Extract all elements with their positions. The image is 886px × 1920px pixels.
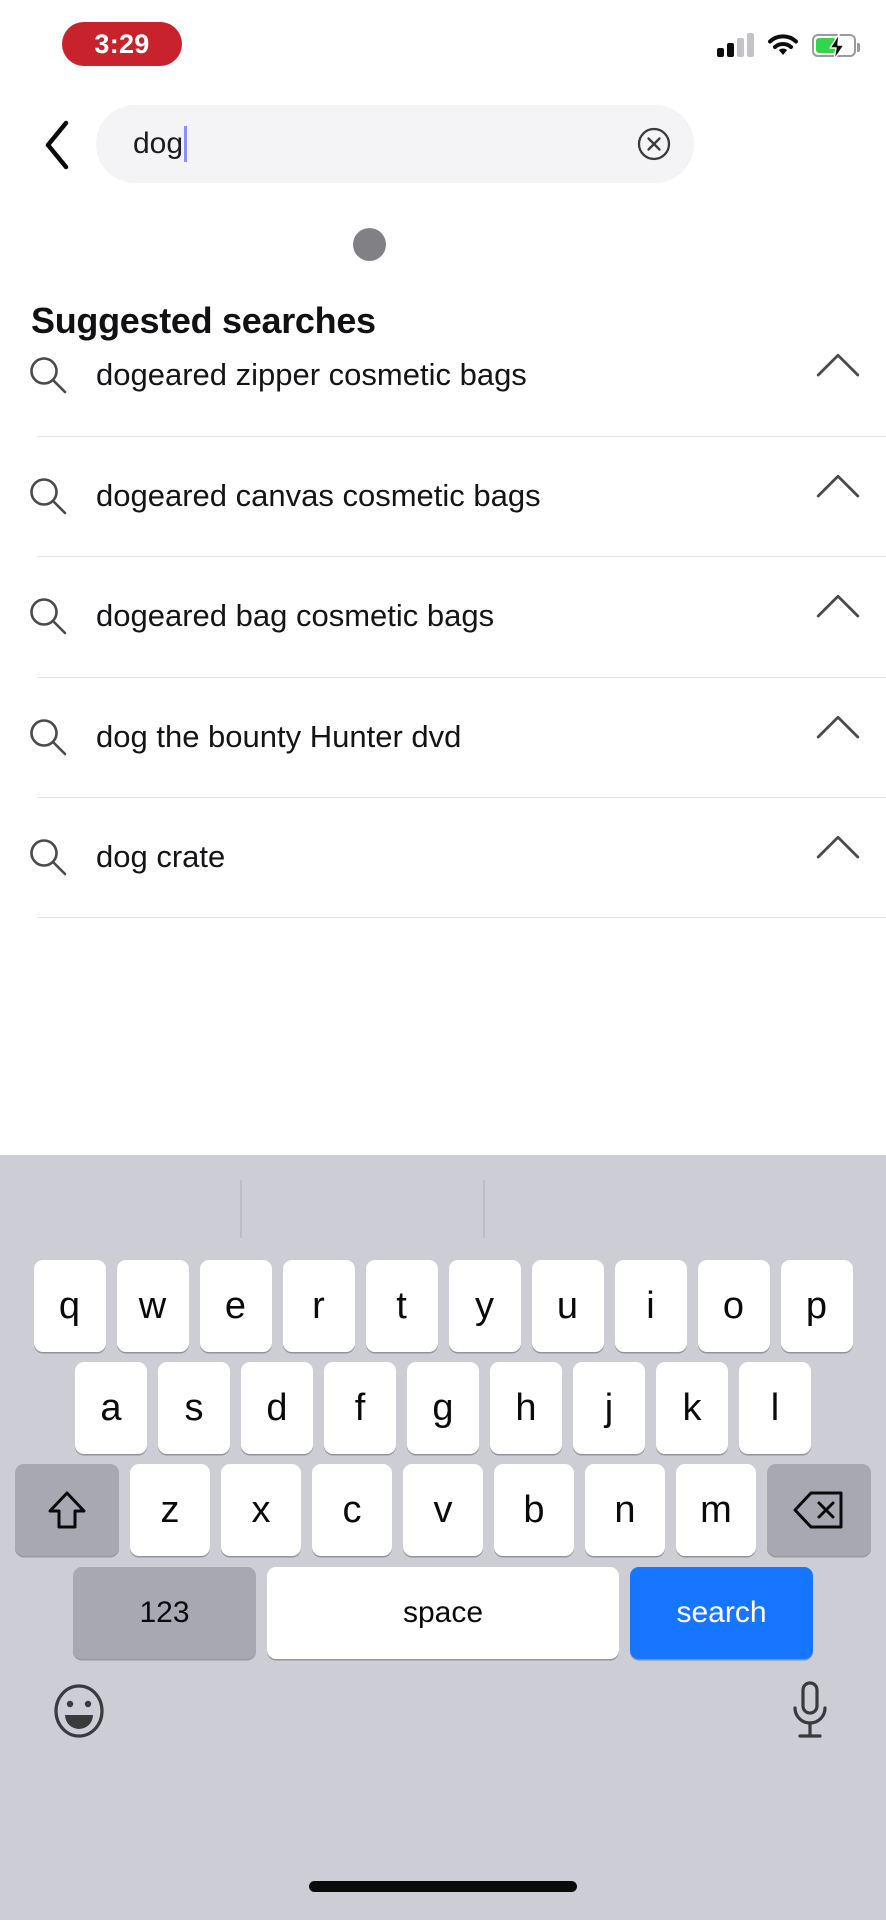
shift-arrow-icon	[48, 1491, 86, 1529]
back-button[interactable]	[28, 114, 88, 176]
key-o[interactable]: o	[697, 1260, 770, 1352]
numbers-key[interactable]: 123	[73, 1567, 256, 1659]
list-item[interactable]: dog crate	[0, 797, 886, 918]
home-indicator	[309, 1881, 577, 1892]
key-d[interactable]: d	[241, 1362, 313, 1454]
space-key[interactable]: space	[267, 1567, 619, 1659]
chevron-left-icon	[45, 120, 69, 170]
list-item-label: dogeared canvas cosmetic bags	[96, 477, 541, 513]
list-item[interactable]: dogeared canvas cosmetic bags	[0, 435, 886, 557]
key-u[interactable]: u	[531, 1260, 604, 1352]
dictation-key[interactable]	[786, 1679, 834, 1748]
backspace-key[interactable]	[767, 1464, 871, 1556]
phone-screen: 3:29 dog Suggested searches dogeared zip…	[0, 0, 886, 1920]
suggestion-divider	[240, 1180, 242, 1238]
keyboard-row-3: z x c v b n m	[0, 1464, 886, 1556]
key-k[interactable]: k	[656, 1362, 728, 1454]
key-g[interactable]: g	[407, 1362, 479, 1454]
suggestion-divider	[483, 1180, 485, 1238]
key-a[interactable]: a	[75, 1362, 147, 1454]
status-bar: 3:29	[0, 0, 886, 95]
list-item-label: dogeared zipper cosmetic bags	[96, 357, 527, 393]
key-i[interactable]: i	[614, 1260, 687, 1352]
keyboard-row-2: a s d f g h j k l	[0, 1362, 886, 1454]
backspace-delete-icon	[793, 1491, 843, 1529]
arrow-up-left-icon[interactable]	[790, 715, 886, 759]
key-p[interactable]: p	[780, 1260, 853, 1352]
battery-icon	[812, 32, 860, 61]
status-time: 3:29	[94, 28, 150, 59]
arrow-up-left-icon[interactable]	[790, 474, 886, 518]
cellular-signal-icon	[717, 33, 754, 57]
text-caret	[184, 126, 188, 162]
keyboard-bottom-bar	[0, 1671, 886, 1791]
key-x[interactable]: x	[221, 1464, 301, 1556]
key-l[interactable]: l	[739, 1362, 811, 1454]
magnifier-icon	[0, 354, 96, 396]
key-z[interactable]: z	[130, 1464, 210, 1556]
key-r[interactable]: r	[282, 1260, 355, 1352]
list-item[interactable]: dog the bounty Hunter dvd	[0, 676, 886, 798]
key-f[interactable]: f	[324, 1362, 396, 1454]
keyboard-row-4: 123 space search	[0, 1567, 886, 1659]
status-time-pill: 3:29	[62, 22, 182, 66]
keyboard-row-1: q w e r t y u i o p	[0, 1260, 886, 1352]
shift-key[interactable]	[15, 1464, 119, 1556]
suggested-searches-list: dogeared zipper cosmetic bags dogeared c…	[0, 315, 886, 918]
list-item-label: dog crate	[96, 839, 226, 875]
clear-circle-icon	[637, 127, 671, 161]
on-screen-keyboard: q w e r t y u i o p a s d f g h j k l z …	[0, 1155, 886, 1920]
list-item-label: dog the bounty Hunter dvd	[96, 718, 462, 754]
clear-search-button[interactable]	[636, 126, 672, 162]
key-j[interactable]: j	[573, 1362, 645, 1454]
list-item[interactable]: dogeared zipper cosmetic bags	[0, 315, 886, 436]
key-c[interactable]: c	[312, 1464, 392, 1556]
search-header: dog	[0, 100, 886, 261]
key-s[interactable]: s	[158, 1362, 230, 1454]
emoji-key[interactable]	[52, 1683, 106, 1744]
search-input-value-wrap: dog	[133, 126, 188, 162]
key-h[interactable]: h	[490, 1362, 562, 1454]
key-w[interactable]: w	[116, 1260, 189, 1352]
list-item-label: dogeared bag cosmetic bags	[96, 598, 495, 634]
magnifier-icon	[0, 836, 96, 878]
search-input[interactable]: dog	[96, 105, 694, 183]
arrow-up-left-icon[interactable]	[790, 353, 886, 397]
key-m[interactable]: m	[676, 1464, 756, 1556]
key-n[interactable]: n	[585, 1464, 665, 1556]
key-e[interactable]: e	[199, 1260, 272, 1352]
list-item[interactable]: dogeared bag cosmetic bags	[0, 556, 886, 677]
magnifier-icon	[0, 716, 96, 758]
wifi-icon	[767, 33, 799, 57]
arrow-up-left-icon[interactable]	[790, 835, 886, 879]
emoji-smiley-icon	[54, 1684, 104, 1738]
status-indicators	[717, 28, 860, 62]
key-t[interactable]: t	[365, 1260, 438, 1352]
search-key[interactable]: search	[630, 1567, 813, 1659]
arrow-up-left-icon[interactable]	[790, 594, 886, 638]
charging-bolt-icon	[829, 32, 845, 61]
key-q[interactable]: q	[33, 1260, 106, 1352]
magnifier-icon	[0, 595, 96, 637]
key-y[interactable]: y	[448, 1260, 521, 1352]
magnifier-icon	[0, 475, 96, 517]
keyboard-suggestion-strip	[0, 1155, 886, 1260]
search-input-value: dog	[133, 127, 184, 160]
touch-pointer-indicator	[353, 228, 386, 261]
microphone-icon	[793, 1681, 827, 1738]
key-v[interactable]: v	[403, 1464, 483, 1556]
key-b[interactable]: b	[494, 1464, 574, 1556]
